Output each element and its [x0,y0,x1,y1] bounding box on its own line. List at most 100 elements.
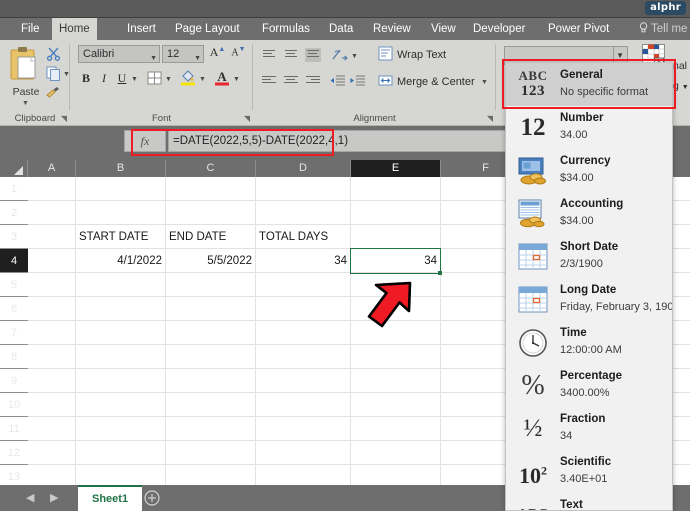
alignment-dialog-launcher[interactable]: ◥ [487,114,493,123]
ribbon-tab-insert[interactable]: Insert [120,18,163,40]
merge-center-button[interactable]: Merge & Center [397,76,475,88]
paste-dropdown-caret[interactable]: ▼ [22,100,29,107]
plus-circle-icon[interactable] [144,490,160,506]
sheet-tab-sheet1[interactable]: Sheet1 [78,485,142,511]
font-dialog-launcher[interactable]: ◥ [244,114,250,123]
ribbon-tab-power-pivot[interactable]: Power Pivot [541,18,616,40]
fill-handle[interactable] [438,271,442,275]
align-left-button[interactable] [261,74,277,88]
chevron-left-icon[interactable]: ◀ [26,491,34,504]
paste-icon[interactable] [9,46,43,86]
select-all-corner[interactable] [0,160,28,177]
font-color-icon[interactable]: A [214,69,230,91]
format-name: Text [560,496,668,511]
row-header-8[interactable]: 8 [0,345,28,369]
row-header-9[interactable]: 9 [0,369,28,393]
format-as-table-label[interactable]: g ▼ [673,80,689,92]
cell-b4[interactable]: 4/1/2022 [76,249,165,273]
paintbrush-icon[interactable] [46,86,61,104]
conditional-formatting-label[interactable]: nal [673,60,687,72]
borders-dropdown-caret[interactable]: ▼ [165,76,172,83]
chevron-down-icon[interactable]: ▼ [682,84,689,91]
fill-color-icon[interactable] [180,69,196,91]
orientation-dropdown-caret[interactable]: ▼ [351,53,358,60]
format-menu-item-long-date[interactable]: Long Date Friday, February 3, 1900 [506,278,672,321]
grow-font-button[interactable]: A▲ [209,45,226,60]
underline-button[interactable]: U [115,71,129,86]
cell-d4[interactable]: 34 [256,249,350,273]
shrink-font-button[interactable]: A▼ [230,45,247,58]
row-header-12[interactable]: 12 [0,441,28,465]
ribbon-tab-page-layout[interactable]: Page Layout [168,18,247,40]
format-menu-item-currency[interactable]: Currency $34.00 [506,149,672,192]
cell-c4[interactable]: 5/5/2022 [166,249,255,273]
column-header-d[interactable]: D [256,160,351,177]
ribbon-tab-developer[interactable]: Developer [466,18,532,40]
format-menu-item-scientific[interactable]: 102 Scientific 3.40E+01 [506,450,672,493]
format-menu-item-short-date[interactable]: Short Date 2/3/1900 [506,235,672,278]
format-menu-item-text[interactable]: ABC Text 34 [506,493,672,511]
tell-me-box[interactable]: Tell me [632,18,690,40]
align-bottom-button[interactable] [305,48,321,62]
clipboard-dialog-launcher[interactable]: ◥ [61,114,67,123]
text-orientation-icon[interactable] [331,47,348,67]
cell-c3[interactable]: END DATE [166,225,255,249]
format-menu-item-accounting[interactable]: Accounting $34.00 [506,192,672,235]
ribbon-tab-home[interactable]: Home [52,18,97,40]
row-header-7[interactable]: 7 [0,321,28,345]
column-header-a[interactable]: A [28,160,76,177]
align-top-button[interactable] [261,48,277,62]
merge-center-dropdown-caret[interactable]: ▼ [481,79,488,86]
format-menu-item-fraction[interactable]: ½ Fraction 34 [506,407,672,450]
align-right-button[interactable] [305,74,321,88]
scissors-icon[interactable] [46,46,61,66]
chevron-down-icon[interactable]: ▼ [616,51,624,60]
ribbon-tab-data[interactable]: Data [322,18,360,40]
font-name-input[interactable]: Calibri ▼ [78,45,160,63]
insert-function-button[interactable]: fx [124,130,166,152]
italic-button[interactable]: I [97,71,111,86]
align-middle-button[interactable] [283,48,299,62]
font-size-input[interactable]: 12 ▼ [162,45,204,63]
column-header-e[interactable]: E [351,160,441,177]
bold-button[interactable]: B [79,71,93,86]
row-header-3[interactable]: 3 [0,225,28,249]
format-menu-item-percentage[interactable]: % Percentage 3400.00% [506,364,672,407]
borders-icon[interactable] [147,71,162,90]
row-header-11[interactable]: 11 [0,417,28,441]
ribbon-tab-view[interactable]: View [424,18,463,40]
wrap-text-button[interactable]: Wrap Text [397,49,446,61]
row-header-2[interactable]: 2 [0,201,28,225]
row-header-1[interactable]: 1 [0,177,28,201]
cell-b3[interactable]: START DATE [76,225,165,249]
format-menu-item-time[interactable]: Time 12:00:00 AM [506,321,672,364]
row-header-5[interactable]: 5 [0,273,28,297]
cell-e4[interactable]: 34 [351,249,440,273]
number-format-dropdown-menu[interactable]: ABC123 General No specific format 12 Num… [505,62,673,511]
format-menu-item-number[interactable]: 12 Number 34.00 [506,106,672,149]
ribbon-tab-formulas[interactable]: Formulas [255,18,317,40]
decrease-indent-icon[interactable] [329,74,345,93]
name-box[interactable] [2,130,122,152]
column-header-c[interactable]: C [166,160,256,177]
align-center-button[interactable] [283,74,299,88]
ribbon-tab-review[interactable]: Review [366,18,418,40]
format-menu-item-general[interactable]: ABC123 General No specific format [506,63,672,106]
font-color-dropdown-caret[interactable]: ▼ [233,76,240,83]
row-header-10[interactable]: 10 [0,393,28,417]
chevron-down-icon[interactable]: ▼ [194,51,201,66]
cell-d3[interactable]: TOTAL DAYS [256,225,350,249]
ribbon-tab-file[interactable]: File [14,18,47,40]
ribbon-group-font: Calibri ▼ 12 ▼ A▲ A▼ B I U ▼ ▼ ▼ A [70,40,253,126]
increase-indent-icon[interactable] [349,74,365,93]
format-value: 3400.00% [560,385,668,402]
row-header-6[interactable]: 6 [0,297,28,321]
column-header-b[interactable]: B [76,160,166,177]
formula-input[interactable]: =DATE(2022,5,5)-DATE(2022,4,1) [168,130,506,152]
fill-color-dropdown-caret[interactable]: ▼ [199,76,206,83]
chevron-down-icon[interactable]: ▼ [150,51,157,66]
underline-dropdown-caret[interactable]: ▼ [131,76,138,83]
copy-icon[interactable] [46,66,61,86]
row-header-4[interactable]: 4 [0,249,28,273]
chevron-right-icon[interactable]: ▶ [50,491,58,504]
